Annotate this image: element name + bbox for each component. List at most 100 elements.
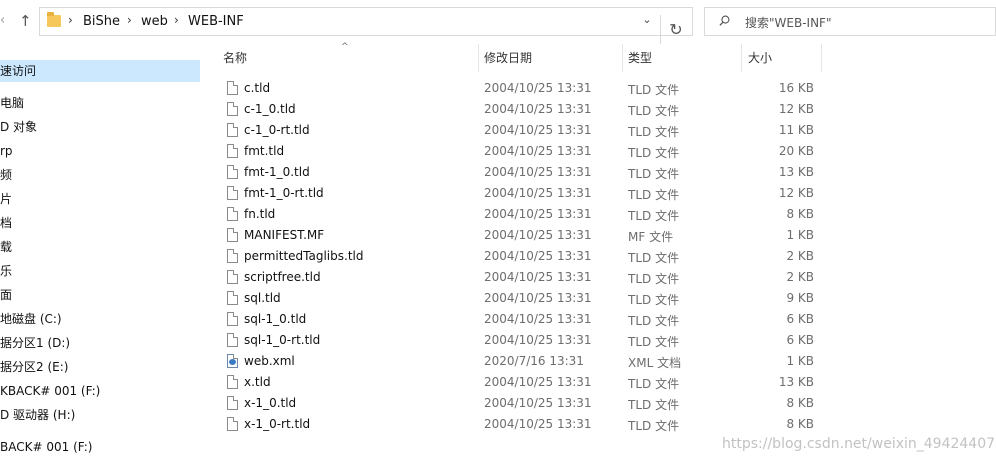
file-size: 11 KB bbox=[778, 123, 814, 137]
file-modified-date: 2004/10/25 13:31 bbox=[484, 186, 592, 200]
nav-item-drive-e[interactable]: 据分区2 (E:) bbox=[0, 356, 200, 378]
file-row[interactable]: fmt-1_0-rt.tld 2004/10/25 13:31 TLD 文件 12 K… bbox=[220, 183, 820, 204]
nav-item-videos[interactable]: 频 bbox=[0, 164, 200, 186]
file-name: x-1_0.tld bbox=[244, 396, 297, 410]
file-size: 16 KB bbox=[778, 81, 814, 95]
file-size: 12 KB bbox=[778, 102, 814, 116]
nav-item-pictures[interactable]: 片 bbox=[0, 188, 200, 210]
file-name: MANIFEST.MF bbox=[244, 228, 325, 242]
file-modified-date: 2004/10/25 13:31 bbox=[484, 375, 592, 389]
file-type: TLD 文件 bbox=[628, 104, 680, 118]
file-row[interactable]: sql.tld 2004/10/25 13:31 TLD 文件 9 KB bbox=[220, 288, 820, 309]
file-row[interactable]: sql-1_0-rt.tld 2004/10/25 13:31 TLD 文件 6 KB bbox=[220, 330, 820, 351]
breadcrumb-item[interactable]: web bbox=[141, 14, 168, 29]
column-header-date[interactable]: 修改日期 bbox=[484, 44, 532, 72]
file-size: 20 KB bbox=[778, 144, 814, 158]
file-row[interactable]: x-1_0-rt.tld 2004/10/25 13:31 TLD 文件 8 KB bbox=[220, 414, 820, 435]
file-name: c.tld bbox=[244, 81, 271, 95]
file-icon bbox=[227, 165, 238, 179]
file-row[interactable]: permittedTaglibs.tld 2004/10/25 13:31 TLD … bbox=[220, 246, 820, 267]
file-modified-date: 2004/10/25 13:31 bbox=[484, 144, 592, 158]
file-type: TLD 文件 bbox=[628, 419, 680, 433]
file-row[interactable]: fmt-1_0.tld 2004/10/25 13:31 TLD 文件 13 KB bbox=[220, 162, 820, 183]
file-row[interactable]: fmt.tld 2004/10/25 13:31 TLD 文件 20 KB bbox=[220, 141, 820, 162]
breadcrumb-separator: › bbox=[174, 13, 179, 27]
column-header-type[interactable]: 类型 bbox=[628, 44, 652, 72]
search-box[interactable]: 搜索"WEB-INF" bbox=[704, 7, 996, 36]
file-size: 8 KB bbox=[786, 417, 814, 431]
file-modified-date: 2004/10/25 13:31 bbox=[484, 102, 592, 116]
file-icon bbox=[227, 249, 238, 263]
file-name: sql-1_0-rt.tld bbox=[244, 333, 321, 347]
file-row[interactable]: sql-1_0.tld 2004/10/25 13:31 TLD 文件 6 KB bbox=[220, 309, 820, 330]
file-type: XML 文档 bbox=[628, 356, 682, 370]
file-modified-date: 2004/10/25 13:31 bbox=[484, 207, 592, 221]
nav-item-downloads[interactable]: 载 bbox=[0, 236, 200, 258]
file-icon bbox=[227, 207, 238, 221]
file-type: TLD 文件 bbox=[628, 377, 680, 391]
file-name: scriptfree.tld bbox=[244, 270, 321, 284]
column-divider[interactable] bbox=[821, 44, 822, 72]
file-type: TLD 文件 bbox=[628, 125, 680, 139]
back-arrow-icon[interactable]: ‹ bbox=[0, 13, 14, 31]
file-row[interactable]: x-1_0.tld 2004/10/25 13:31 TLD 文件 8 KB bbox=[220, 393, 820, 414]
address-bar[interactable]: › BiShe › web › WEB-INF ⌄ ↻ bbox=[39, 7, 693, 44]
nav-item-drive-h[interactable]: D 驱动器 (H:) bbox=[0, 404, 200, 426]
nav-item-documents[interactable]: 档 bbox=[0, 212, 200, 234]
file-size: 13 KB bbox=[778, 375, 814, 389]
file-modified-date: 2004/10/25 13:31 bbox=[484, 312, 592, 326]
xml-file-icon bbox=[227, 354, 238, 368]
column-divider[interactable] bbox=[622, 44, 623, 72]
chevron-down-icon[interactable]: ⌄ bbox=[640, 13, 654, 29]
up-arrow-icon[interactable]: ↑ bbox=[19, 11, 33, 31]
nav-item-3d-objects[interactable]: D 对象 bbox=[0, 116, 200, 138]
breadcrumb-item[interactable]: WEB-INF bbox=[188, 14, 244, 29]
file-size: 8 KB bbox=[786, 396, 814, 410]
file-row[interactable]: c.tld 2004/10/25 13:31 TLD 文件 16 KB bbox=[220, 78, 820, 99]
refresh-icon: ↻ bbox=[669, 20, 683, 39]
file-name: sql.tld bbox=[244, 291, 281, 305]
file-type: TLD 文件 bbox=[628, 209, 680, 223]
nav-item-music[interactable]: 乐 bbox=[0, 260, 200, 282]
column-header-name[interactable]: 名称 bbox=[223, 44, 247, 72]
column-divider[interactable] bbox=[741, 44, 742, 72]
nav-item-desktop[interactable]: 面 bbox=[0, 284, 200, 306]
file-size: 6 KB bbox=[786, 312, 814, 326]
file-row[interactable]: c-1_0.tld 2004/10/25 13:31 TLD 文件 12 KB bbox=[220, 99, 820, 120]
file-modified-date: 2004/10/25 13:31 bbox=[484, 333, 592, 347]
file-size: 6 KB bbox=[786, 333, 814, 347]
file-name: fmt-1_0.tld bbox=[244, 165, 310, 179]
file-modified-date: 2004/10/25 13:31 bbox=[484, 270, 592, 284]
breadcrumb-item[interactable]: BiShe bbox=[83, 14, 120, 29]
column-header-size[interactable]: 大小 bbox=[748, 44, 772, 72]
file-name: fmt-1_0-rt.tld bbox=[244, 186, 324, 200]
file-row[interactable]: x.tld 2004/10/25 13:31 TLD 文件 13 KB bbox=[220, 372, 820, 393]
nav-item-drive-c[interactable]: 地磁盘 (C:) bbox=[0, 308, 200, 330]
watermark: https://blog.csdn.net/weixin_49424407 bbox=[722, 436, 996, 452]
file-name: x.tld bbox=[244, 375, 271, 389]
file-row[interactable]: fn.tld 2004/10/25 13:31 TLD 文件 8 KB bbox=[220, 204, 820, 225]
refresh-button[interactable]: ↻ bbox=[660, 15, 691, 44]
file-name: c-1_0.tld bbox=[244, 102, 296, 116]
nav-item-network-drive-f[interactable]: BACK# 001 (F:) bbox=[0, 436, 200, 458]
nav-item-drive-f[interactable]: KBACK# 001 (F:) bbox=[0, 380, 200, 402]
file-name: fn.tld bbox=[244, 207, 276, 221]
file-row[interactable]: web.xml 2020/7/16 13:31 XML 文档 1 KB bbox=[220, 351, 820, 372]
file-modified-date: 2004/10/25 13:31 bbox=[484, 291, 592, 305]
nav-item-this-pc[interactable]: 电脑 bbox=[0, 92, 200, 114]
file-size: 13 KB bbox=[778, 165, 814, 179]
file-icon bbox=[227, 375, 238, 389]
file-row[interactable]: c-1_0-rt.tld 2004/10/25 13:31 TLD 文件 11 KB bbox=[220, 120, 820, 141]
file-modified-date: 2004/10/25 13:31 bbox=[484, 81, 592, 95]
nav-item-quick-access[interactable]: 速访问 bbox=[0, 60, 200, 82]
file-name: permittedTaglibs.tld bbox=[244, 249, 364, 263]
file-icon bbox=[227, 291, 238, 305]
nav-item[interactable]: rp bbox=[0, 140, 200, 162]
file-size: 2 KB bbox=[786, 249, 814, 263]
nav-item-drive-d[interactable]: 据分区1 (D:) bbox=[0, 332, 200, 354]
file-row[interactable]: scriptfree.tld 2004/10/25 13:31 TLD 文件 2 KB bbox=[220, 267, 820, 288]
file-row[interactable]: MANIFEST.MF 2004/10/25 13:31 MF 文件 1 KB bbox=[220, 225, 820, 246]
sort-ascending-icon: ^ bbox=[341, 42, 349, 52]
column-divider[interactable] bbox=[478, 44, 479, 72]
file-name: x-1_0-rt.tld bbox=[244, 417, 311, 431]
